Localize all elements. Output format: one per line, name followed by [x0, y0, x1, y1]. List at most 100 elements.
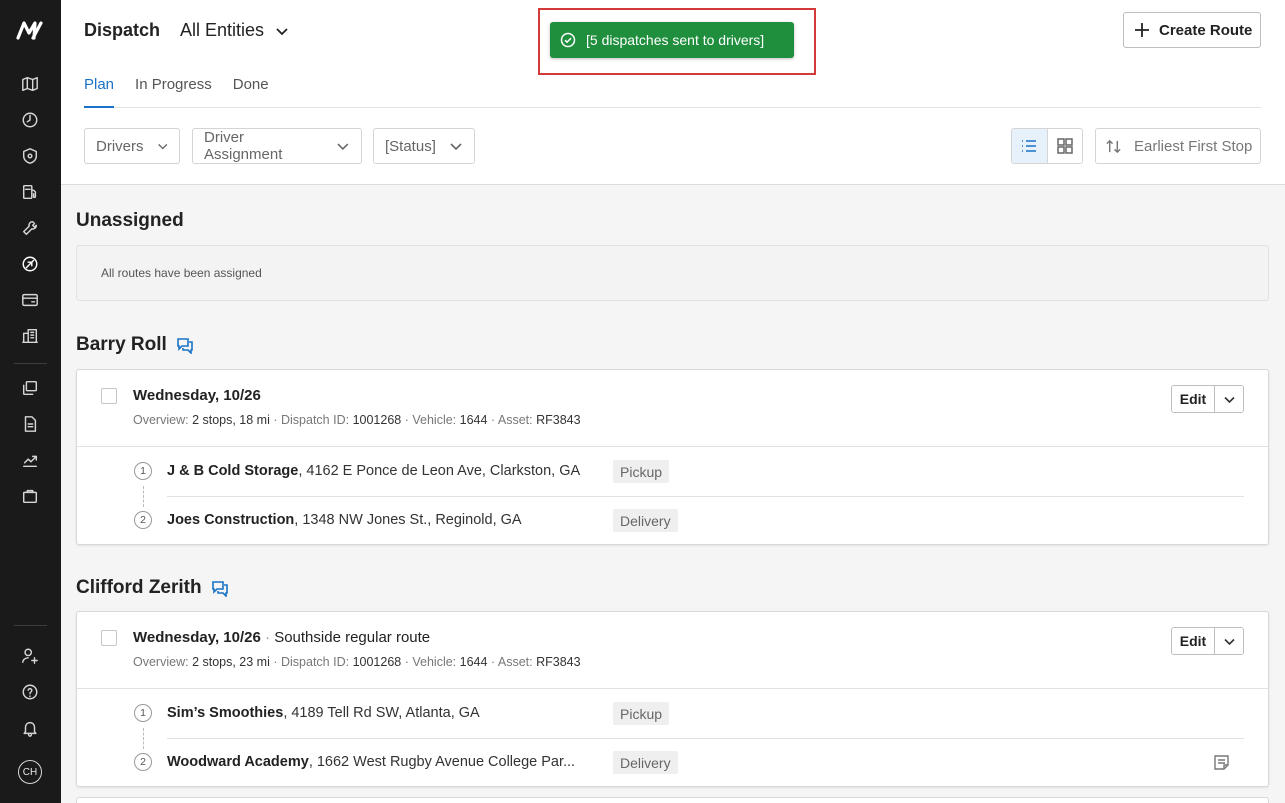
driver-name: Clifford Zerith [76, 577, 202, 598]
chat-icon[interactable] [211, 579, 229, 597]
card-icon[interactable] [19, 289, 41, 311]
stop-name: Sim’s Smoothies [167, 705, 284, 721]
dispatch-icon[interactable] [19, 253, 41, 275]
stop-number: 1 [134, 462, 152, 480]
create-route-button[interactable]: Create Route [1123, 12, 1261, 48]
bell-icon[interactable] [19, 717, 41, 739]
map-icon[interactable] [19, 73, 41, 95]
driver-heading: Clifford Zerith [76, 577, 229, 599]
vehicle-label: Vehicle: [412, 655, 457, 669]
sidebar-divider [14, 363, 47, 364]
overview-value: 2 stops, 23 mi [192, 655, 270, 669]
tab-plan[interactable]: Plan [84, 74, 115, 108]
vehicle-label: Vehicle: [412, 413, 457, 427]
list-view-button[interactable] [1012, 129, 1047, 163]
dispatch-id-label: Dispatch ID: [281, 413, 350, 427]
stop-number: 2 [134, 753, 152, 771]
asset-label: Asset: [497, 655, 533, 669]
grid-view-button[interactable] [1046, 129, 1082, 163]
route-checkbox[interactable] [101, 630, 117, 646]
edit-button[interactable]: Edit [1172, 386, 1215, 412]
entity-select-label: All Entities [180, 20, 265, 40]
stop-row: 2 Joes Construction, 1348 NW Jones St., … [77, 496, 1268, 545]
report-icon[interactable] [19, 413, 41, 435]
title-separator: · [265, 629, 275, 646]
route-meta: Overview: 2 stops, 18 mi · Dispatch ID: … [133, 413, 581, 427]
list-icon [1022, 140, 1037, 152]
plus-icon [1135, 23, 1149, 37]
edit-button[interactable]: Edit [1172, 628, 1215, 654]
edit-menu-button[interactable] [1215, 386, 1243, 412]
drivers-filter[interactable]: Drivers [84, 128, 180, 164]
sidebar: CH [0, 0, 61, 803]
stop-address-text: , 1348 NW Jones St., Reginold, GA [294, 512, 522, 528]
shield-icon[interactable] [19, 145, 41, 167]
route-name: Southside regular route [274, 629, 431, 646]
chat-icon[interactable] [176, 336, 194, 354]
clock-icon[interactable] [19, 109, 41, 131]
sort-button[interactable]: Earliest First Stop [1095, 128, 1261, 164]
stop-type-badge: Delivery [613, 509, 678, 532]
dispatch-id-value: 1001268 [352, 413, 402, 427]
sidebar-divider [14, 625, 47, 626]
toast-notification: [5 dispatches sent to drivers] [550, 22, 794, 58]
stop-address-text: , 4189 Tell Rd SW, Atlanta, GA [283, 705, 480, 721]
grid-icon [1057, 138, 1073, 154]
route-date: Wednesday, 10/26 [133, 387, 261, 404]
stop-address-text: , 1662 West Rugby Avenue College Par... [308, 754, 576, 770]
status-filter-label: [Status] [385, 137, 436, 155]
driver-assignment-filter[interactable]: Driver Assignment [192, 128, 362, 164]
chevron-down-icon [337, 143, 349, 151]
stop-name: Woodward Academy [167, 754, 309, 770]
analytics-icon[interactable] [19, 449, 41, 471]
edit-menu-button[interactable] [1215, 628, 1243, 654]
vehicle-value: 1644 [459, 413, 488, 427]
status-filter[interactable]: [Status] [373, 128, 475, 164]
asset-value: RF3843 [536, 655, 581, 669]
chevron-down-icon [450, 143, 462, 151]
overview-label: Overview: [133, 413, 189, 427]
fuel-icon[interactable] [19, 181, 41, 203]
stop-name: Joes Construction [167, 512, 295, 528]
check-circle-icon [560, 32, 576, 48]
chevron-down-icon [157, 143, 167, 150]
documents-icon[interactable] [19, 377, 41, 399]
tab-bar: Plan In Progress Done [84, 74, 1261, 108]
vehicle-value: 1644 [459, 655, 488, 669]
route-checkbox[interactable] [101, 388, 117, 404]
driver-name: Barry Roll [76, 334, 167, 355]
drivers-filter-label: Drivers [96, 137, 144, 155]
stop-type-badge: Pickup [613, 460, 670, 483]
create-route-label: Create Route [1159, 21, 1253, 39]
dispatch-id-label: Dispatch ID: [281, 655, 350, 669]
notes-icon[interactable] [1213, 754, 1230, 771]
tab-done[interactable]: Done [233, 74, 269, 108]
building-icon[interactable] [19, 325, 41, 347]
wrench-icon[interactable] [19, 217, 41, 239]
asset-label: Asset: [497, 413, 533, 427]
stop-address: Joes Construction, 1348 NW Jones St., Re… [167, 512, 522, 528]
driver-heading: Barry Roll [76, 334, 194, 356]
sort-icon [1106, 139, 1121, 153]
chevron-down-icon [276, 27, 288, 35]
stop-type-badge: Delivery [613, 751, 678, 774]
stop-number: 1 [134, 704, 152, 722]
brand-logo[interactable] [16, 19, 44, 41]
edit-button-group: Edit [1171, 627, 1244, 655]
section-title-unassigned: Unassigned [76, 210, 184, 232]
help-icon[interactable] [19, 681, 41, 703]
stop-row: 1 Sim’s Smoothies, 4189 Tell Rd SW, Atla… [77, 689, 1268, 749]
entity-select[interactable]: All Entities [180, 20, 290, 41]
route-card: Wednesday, 10/26 Overview: 2 stops, 18 m… [76, 369, 1269, 545]
edit-button-group: Edit [1171, 385, 1244, 413]
stop-address: J & B Cold Storage, 4162 E Ponce de Leon… [167, 463, 580, 479]
stop-row: 1 J & B Cold Storage, 4162 E Ponce de Le… [77, 447, 1268, 507]
bag-icon[interactable] [19, 485, 41, 507]
avatar[interactable]: CH [18, 760, 42, 784]
route-card-partial [76, 797, 1269, 803]
toast-message: [5 dispatches sent to drivers] [586, 32, 765, 48]
user-settings-icon[interactable] [19, 645, 41, 667]
unassigned-empty-state: All routes have been assigned [76, 245, 1269, 301]
tab-in-progress[interactable]: In Progress [135, 74, 212, 108]
route-header: Wednesday, 10/26 Overview: 2 stops, 18 m… [77, 370, 1268, 447]
